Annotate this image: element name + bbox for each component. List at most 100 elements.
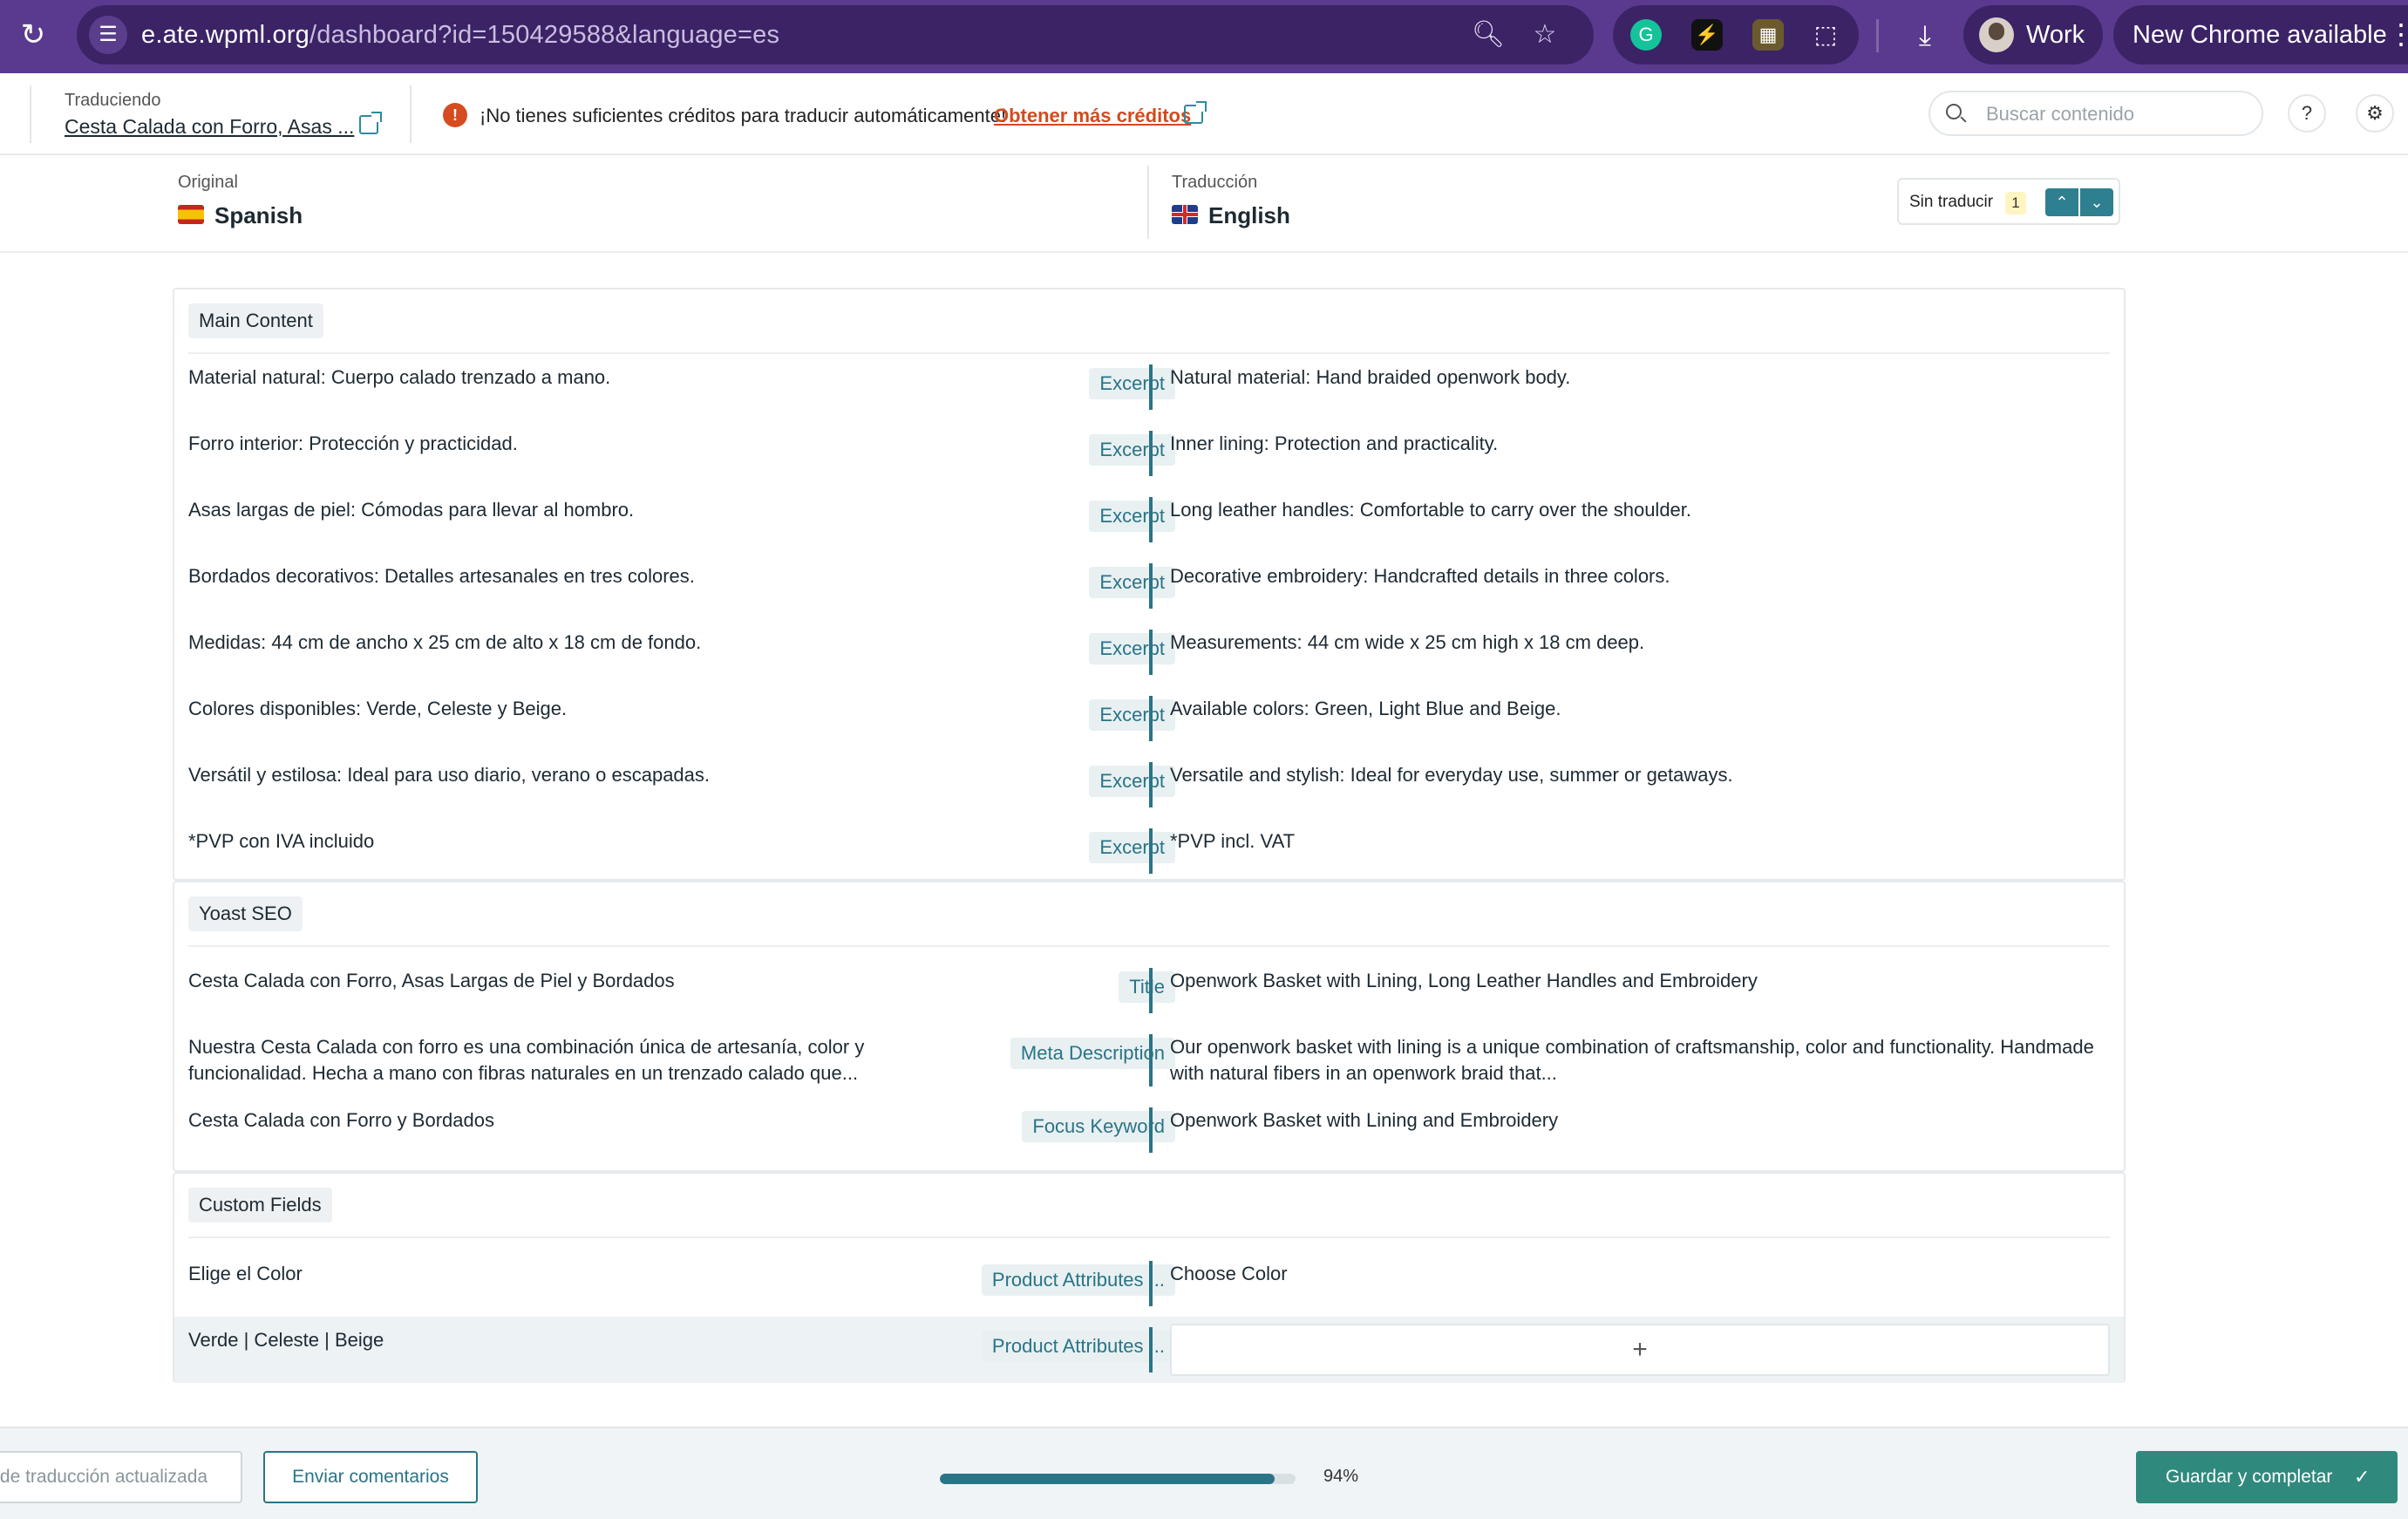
translation-memory-button[interactable]: de traducción actualizada (0, 1451, 242, 1503)
segment-row[interactable]: Cesta Calada con Forro, Asas Largas de P… (174, 957, 2124, 1024)
bookmark-star-icon[interactable]: ☆ (1529, 19, 1561, 51)
gear-icon[interactable]: ⚙ (2356, 94, 2394, 133)
filter-label: Sin traducir (1909, 193, 1994, 211)
original-language: Spanish (214, 202, 303, 228)
translating-caption: Traduciendo (65, 91, 161, 110)
target-text[interactable]: Natural material: Hand braided openwork … (1170, 364, 2094, 391)
segment-status-bar (1149, 696, 1153, 741)
target-text[interactable]: Our openwork basket with lining is a uni… (1170, 1034, 2094, 1086)
progress-label: 94% (1323, 1467, 1359, 1486)
editor-header: Traduciendo Cesta Calada con Forro, Asas… (0, 73, 2408, 155)
toolbar-separator (1876, 19, 1879, 52)
target-text[interactable]: Choose Color (1170, 1261, 2094, 1287)
site-info-icon[interactable]: ☰ (89, 16, 127, 54)
segment-status-bar (1149, 828, 1153, 874)
bolt-extension-icon[interactable]: ⚡ (1691, 19, 1723, 51)
search-input[interactable] (1986, 99, 2248, 129)
segment-status-bar (1149, 364, 1153, 410)
segment-status-bar (1149, 497, 1153, 542)
section-title: Custom Fields (188, 1188, 332, 1223)
source-text: Medidas: 44 cm de ancho x 25 cm de alto … (188, 631, 702, 653)
puzzle-icon[interactable]: ⬚ (1810, 19, 1841, 51)
search-field[interactable] (1928, 91, 2263, 136)
profile-button[interactable]: Work (1963, 5, 2103, 65)
avatar (1979, 17, 2014, 52)
segment-row[interactable]: Asas largas de piel: Cómodas para llevar… (174, 487, 2124, 553)
target-text[interactable]: Long leather handles: Comfortable to car… (1170, 497, 2094, 523)
send-feedback-button[interactable]: Enviar comentarios (263, 1451, 478, 1503)
source-text: *PVP con IVA incluido (188, 830, 375, 852)
segment-row[interactable]: Bordados decorativos: Detalles artesanal… (174, 553, 2124, 619)
segment-row[interactable]: Colores disponibles: Verde, Celeste y Be… (174, 685, 2124, 752)
url-text[interactable]: e.ate.wpml.org/dashboard?id=150429588&la… (141, 21, 779, 50)
external-link-icon[interactable] (359, 112, 382, 134)
extensions-group: G ⚡ ▦ ⬚ (1613, 5, 1859, 65)
source-text: Asas largas de piel: Cómodas para llevar… (188, 499, 635, 521)
source-text: Bordados decorativos: Detalles artesanal… (188, 565, 695, 587)
source-text: Nuestra Cesta Calada con forro es una co… (188, 1036, 865, 1084)
grammarly-icon[interactable]: G (1630, 19, 1662, 51)
segment-row-active[interactable]: Verde | Celeste | Beige Product Attribut… (174, 1317, 2124, 1383)
source-text: Versátil y estilosa: Ideal para uso diar… (188, 764, 711, 786)
segment-row[interactable]: Forro interior: Protección y practicidad… (174, 420, 2124, 487)
segment-status-bar (1149, 762, 1153, 807)
chevron-down-icon[interactable]: ⌄ (2080, 188, 2113, 216)
source-text: Cesta Calada con Forro y Bordados (188, 1109, 494, 1131)
reload-icon[interactable]: ↻ (16, 17, 51, 52)
divider (188, 1236, 2110, 1238)
warning-icon: ! (443, 103, 467, 127)
checkmark-icon: ✓ (2354, 1466, 2371, 1488)
rainbow-extension-icon[interactable]: ▦ (1752, 19, 1784, 51)
field-type-badge: Excerpt (1089, 832, 1175, 863)
field-type-badge: Product Attributes ... (981, 1331, 1175, 1362)
target-text[interactable]: Decorative embroidery: Handcrafted detai… (1170, 563, 2094, 589)
segment-row[interactable]: Elige el Color Product Attributes ... Ch… (174, 1250, 2124, 1317)
divider (410, 85, 412, 143)
section-custom-fields: Custom Fields Elige el Color Product Att… (173, 1172, 2126, 1383)
address-bar[interactable]: ☰ e.ate.wpml.org/dashboard?id=150429588&… (77, 5, 1594, 65)
target-text[interactable]: Openwork Basket with Lining, Long Leathe… (1170, 968, 2094, 994)
save-and-complete-button[interactable]: Guardar y completar ✓ (2136, 1451, 2398, 1503)
source-text: Cesta Calada con Forro, Asas Largas de P… (188, 970, 675, 991)
segment-status-bar (1149, 630, 1153, 675)
target-text[interactable]: Measurements: 44 cm wide x 25 cm high x … (1170, 630, 2094, 656)
add-translation-button[interactable]: + (1170, 1324, 2110, 1376)
segment-status-bar (1149, 431, 1153, 476)
source-text: Material natural: Cuerpo calado trenzado… (188, 366, 611, 388)
source-text: Colores disponibles: Verde, Celeste y Be… (188, 698, 568, 719)
segment-row[interactable]: Versátil y estilosa: Ideal para uso diar… (174, 752, 2124, 818)
field-type-badge: Excerpt (1089, 699, 1175, 731)
target-text[interactable]: Available colors: Green, Light Blue and … (1170, 696, 2094, 722)
segment-row[interactable]: *PVP con IVA incluido Excerpt *PVP incl.… (174, 818, 2124, 884)
target-text[interactable]: Openwork Basket with Lining and Embroide… (1170, 1107, 2094, 1134)
credits-warning: ¡No tienes suficientes créditos para tra… (480, 105, 1007, 126)
untranslated-count-badge: 1 (2005, 192, 2026, 215)
chevron-up-icon[interactable]: ⌃ (2045, 188, 2078, 216)
field-type-badge: Title (1119, 971, 1175, 1003)
chrome-update-button[interactable]: New Chrome available ⋮ (2113, 5, 2408, 65)
segment-row[interactable]: Cesta Calada con Forro y Bordados Focus … (174, 1097, 2124, 1163)
section-title: Main Content (188, 303, 323, 338)
translation-caption: Traducción (1172, 173, 1258, 192)
segment-row[interactable]: Medidas: 44 cm de ancho x 25 cm de alto … (174, 619, 2124, 685)
external-link-icon[interactable] (1184, 101, 1207, 124)
field-type-badge: Excerpt (1089, 567, 1175, 598)
target-text[interactable]: *PVP incl. VAT (1170, 828, 2094, 855)
target-text[interactable]: Versatile and stylish: Ideal for everyda… (1170, 762, 2094, 788)
editor-footer: de traducción actualizada Enviar comenta… (0, 1427, 2408, 1519)
get-credits-link[interactable]: Obtener más créditos (994, 105, 1191, 127)
download-icon[interactable]: ⤓ (1906, 16, 1944, 54)
more-menu-icon[interactable]: ⋮ (2387, 17, 2408, 51)
source-text: Verde | Celeste | Beige (188, 1329, 384, 1351)
field-type-badge: Product Attributes ... (981, 1264, 1175, 1296)
help-icon[interactable]: ? (2288, 94, 2326, 133)
segment-row[interactable]: Material natural: Cuerpo calado trenzado… (174, 354, 2124, 420)
source-text: Forro interior: Protección y practicidad… (188, 433, 518, 454)
search-icon (1946, 104, 1962, 119)
divider (30, 85, 31, 143)
zoom-icon[interactable]: 🔍︎ (1472, 19, 1505, 51)
translating-title-link[interactable]: Cesta Calada con Forro, Asas ... (65, 115, 354, 139)
segment-status-bar (1149, 1034, 1153, 1086)
segment-row[interactable]: Nuestra Cesta Calada con forro es una co… (174, 1024, 2124, 1095)
target-text[interactable]: Inner lining: Protection and practicalit… (1170, 431, 2094, 457)
